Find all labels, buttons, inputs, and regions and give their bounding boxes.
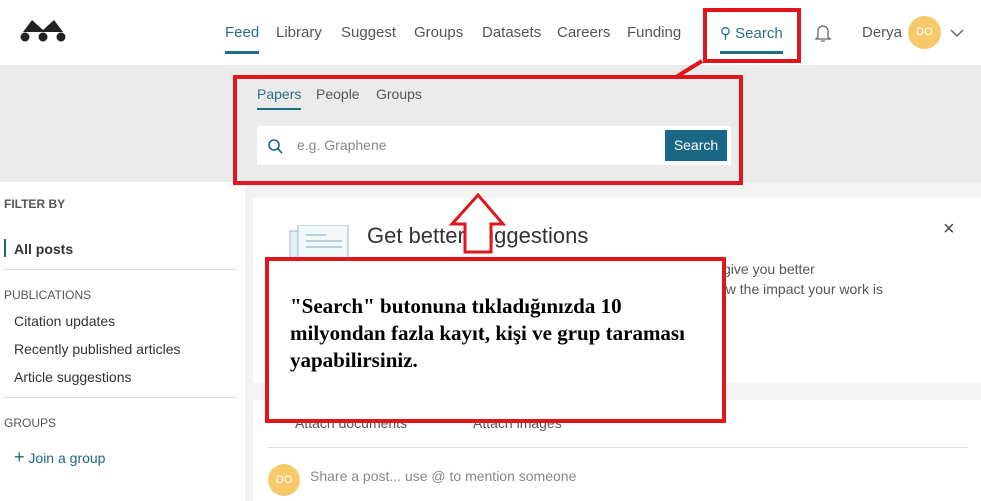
annotation-box-search-panel [233, 75, 743, 185]
annotation-line [674, 59, 704, 79]
annotation-text: "Search" butonuna tıkladığınızda 10 mily… [290, 294, 685, 372]
annotation-overlay [233, 8, 801, 423]
annotation-box-search [703, 8, 801, 63]
arrow-up-icon [448, 192, 507, 254]
